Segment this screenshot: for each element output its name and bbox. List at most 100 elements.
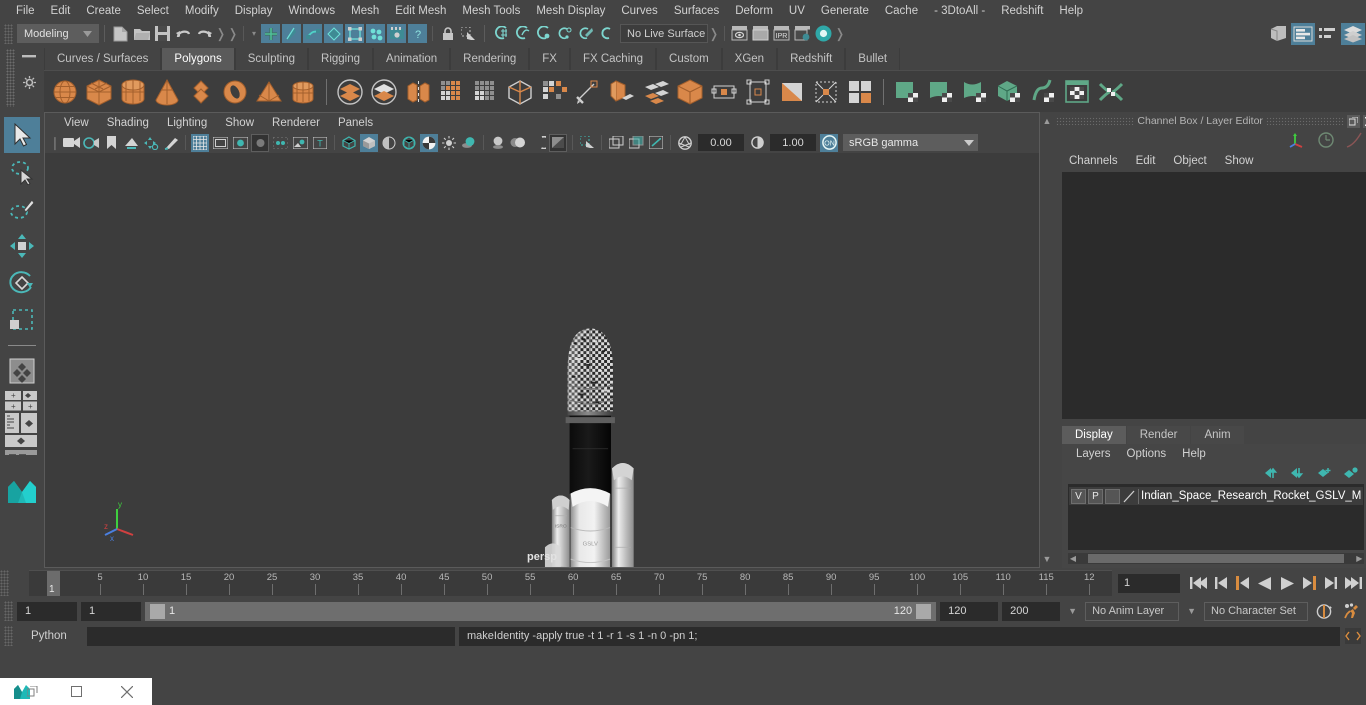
animation-clock-icon[interactable] xyxy=(1318,132,1335,148)
menu-windows[interactable]: Windows xyxy=(280,0,343,22)
poly-pyramid-icon[interactable] xyxy=(252,75,286,109)
animation-start-time-field[interactable]: 1 xyxy=(17,601,77,621)
shelf-tab-rigging[interactable]: Rigging xyxy=(308,48,374,70)
scroll-right-arrow-icon[interactable]: ▶ xyxy=(1354,554,1364,563)
anim-layer-selector[interactable]: No Anim Layer xyxy=(1085,601,1180,621)
layer-menu-options[interactable]: Options xyxy=(1119,448,1175,460)
poly-reduce-icon[interactable] xyxy=(809,75,843,109)
step-forward-frame-icon[interactable] xyxy=(1298,572,1320,594)
play-forwards-icon[interactable] xyxy=(1276,572,1298,594)
poly-cylinder-icon[interactable] xyxy=(116,75,150,109)
layer-playback-toggle[interactable]: P xyxy=(1088,488,1103,504)
select-by-object-icon[interactable] xyxy=(282,24,301,43)
maya-app-icon[interactable] xyxy=(0,678,51,705)
isolate-select-icon[interactable] xyxy=(291,134,309,152)
time-slider-grip[interactable] xyxy=(0,570,9,596)
show-tool-settings-icon[interactable] xyxy=(1317,23,1339,45)
image-plane-icon[interactable] xyxy=(122,134,140,152)
time-slider[interactable]: 1 5 10 15 20 25 30 35 40 45 50 55 60 65 70 75 80 85 90 95 1… xyxy=(29,570,1112,596)
layer-tab-render[interactable]: Render xyxy=(1126,426,1191,444)
exposure-field[interactable]: 0.00 xyxy=(698,134,744,151)
move-layer-down-icon[interactable] xyxy=(1291,467,1306,479)
go-to-end-icon[interactable] xyxy=(1342,572,1364,594)
command-language-label[interactable]: Python xyxy=(17,630,83,642)
two-d-pan-zoom-icon[interactable] xyxy=(142,134,160,152)
make-live-icon[interactable] xyxy=(596,24,615,43)
scroll-down-arrow-icon[interactable]: ▼ xyxy=(1043,554,1052,568)
show-attribute-editor-icon[interactable] xyxy=(1291,22,1315,45)
menu-mesh-display[interactable]: Mesh Display xyxy=(528,0,613,22)
quick-layout-persp-graph-icon[interactable] xyxy=(5,450,39,456)
poly-mirror-icon[interactable] xyxy=(843,75,877,109)
scrollbar-thumb[interactable] xyxy=(1088,554,1345,563)
shelf-tab-fx[interactable]: FX xyxy=(529,48,570,70)
play-backwards-icon[interactable] xyxy=(1254,572,1276,594)
command-input-field[interactable] xyxy=(87,626,455,646)
poly-platonic-icon[interactable] xyxy=(184,75,218,109)
scroll-left-arrow-icon[interactable]: ◀ xyxy=(1068,554,1078,563)
menu-mesh-tools[interactable]: Mesh Tools xyxy=(454,0,528,22)
shelf-tab-fx-caching[interactable]: FX Caching xyxy=(569,48,657,70)
grease-pencil-icon[interactable] xyxy=(162,134,180,152)
resolution-gate-icon[interactable] xyxy=(231,134,249,152)
lasso-select-tool[interactable] xyxy=(4,154,40,190)
quick-layout-single-icon[interactable] xyxy=(5,435,39,448)
menu-surfaces[interactable]: Surfaces xyxy=(666,0,727,22)
use-default-lighting-icon[interactable] xyxy=(440,134,458,152)
layer-menu-help[interactable]: Help xyxy=(1174,448,1214,460)
current-time-indicator[interactable]: 1 xyxy=(47,571,60,596)
color-management-toggle-icon[interactable]: ON xyxy=(820,133,838,152)
gate-mask-icon[interactable] xyxy=(251,133,269,152)
viewport-menu-view[interactable]: View xyxy=(55,117,98,129)
snap-to-projected-center-icon[interactable] xyxy=(554,24,573,43)
open-scene-icon[interactable] xyxy=(132,24,151,43)
uv-automatic-icon[interactable] xyxy=(992,75,1026,109)
go-to-start-icon[interactable] xyxy=(1188,572,1210,594)
shelf-tab-bullet[interactable]: Bullet xyxy=(845,48,901,70)
text-overlay-icon[interactable]: T xyxy=(311,134,329,152)
new-layer-icon[interactable] xyxy=(1317,467,1332,479)
bookmark-icon[interactable] xyxy=(102,134,120,152)
chevron-down-icon[interactable]: ▼ xyxy=(1183,606,1200,616)
menu-create[interactable]: Create xyxy=(78,0,129,22)
script-editor-icon[interactable] xyxy=(1344,627,1362,645)
xray-active-components-icon[interactable] xyxy=(627,134,645,152)
poly-target-weld-icon[interactable] xyxy=(707,75,741,109)
status-expand-2[interactable]: ❭ xyxy=(227,24,239,43)
camera-attributes-icon[interactable] xyxy=(82,134,100,152)
shade-selected-items-icon[interactable] xyxy=(380,134,398,152)
menu-3dtoall[interactable]: - 3DtoAll - xyxy=(926,0,993,22)
viewport-canvas[interactable]: ISRO GSLV x y z persp xyxy=(45,153,1039,567)
shelf-tab-redshift[interactable]: Redshift xyxy=(777,48,846,70)
playback-end-time-field[interactable]: 120 xyxy=(940,601,999,621)
menu-edit-mesh[interactable]: Edit Mesh xyxy=(387,0,454,22)
shelf-tab-xgen[interactable]: XGen xyxy=(721,48,778,70)
channel-box-menu-object[interactable]: Object xyxy=(1164,155,1215,167)
poly-boolean-difference-icon[interactable] xyxy=(367,75,401,109)
layer-tab-anim[interactable]: Anim xyxy=(1191,426,1244,444)
poly-multi-cut-icon[interactable] xyxy=(469,75,503,109)
shelf-tab-curves-surfaces[interactable]: Curves / Surfaces xyxy=(44,48,162,70)
command-line-grip[interactable] xyxy=(4,626,13,646)
xray-joints-icon[interactable] xyxy=(271,134,289,152)
shelf-tab-sculpting[interactable]: Sculpting xyxy=(234,48,309,70)
snap-to-point-icon[interactable] xyxy=(533,24,552,43)
highlight-selection-icon[interactable] xyxy=(459,24,478,43)
menu-file[interactable]: File xyxy=(8,0,43,22)
select-by-component-icon[interactable] xyxy=(303,24,322,43)
ipr-render-icon[interactable]: IPR xyxy=(772,24,791,43)
close-window-icon[interactable] xyxy=(101,678,152,705)
undo-icon[interactable] xyxy=(174,24,193,43)
select-tool[interactable] xyxy=(4,117,40,153)
shelf-options-gear-icon[interactable] xyxy=(22,70,36,95)
shelf-grip[interactable] xyxy=(6,49,15,107)
motion-blur-icon[interactable] xyxy=(509,134,527,152)
animation-end-time-field[interactable]: 200 xyxy=(1002,601,1061,621)
shadows-icon[interactable] xyxy=(460,134,478,152)
snap-to-grid-icon[interactable] xyxy=(491,24,510,43)
undock-panel-icon[interactable] xyxy=(1347,114,1361,128)
menu-set-selector[interactable]: Modeling xyxy=(17,24,99,43)
menu-uv[interactable]: UV xyxy=(781,0,813,22)
select-mask-vertex-icon[interactable] xyxy=(324,24,343,43)
screen-space-ao-icon[interactable] xyxy=(489,134,507,152)
